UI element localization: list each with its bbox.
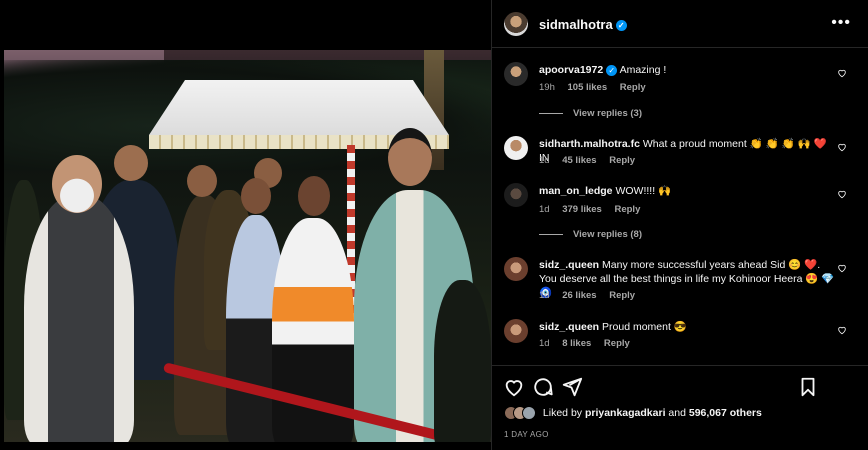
comment-username[interactable]: apoorva1972 bbox=[539, 64, 603, 76]
liked-avatar bbox=[522, 406, 536, 420]
comment-heart-icon[interactable] bbox=[837, 68, 847, 78]
comment-time[interactable]: 19h bbox=[539, 82, 555, 93]
comment-reply-button[interactable]: Reply bbox=[614, 204, 640, 215]
comment-reply-button[interactable]: Reply bbox=[609, 155, 635, 166]
post-media-area bbox=[0, 0, 491, 450]
comment-meta: 19h 105 likes Reply bbox=[539, 82, 656, 93]
photo-person-elder bbox=[24, 195, 134, 442]
author-username-text[interactable]: sidmalhotra bbox=[539, 17, 613, 32]
post-header: sidmalhotra ✓ ••• bbox=[492, 0, 868, 48]
comment-likes[interactable]: 26 likes bbox=[562, 290, 596, 301]
comment-likes[interactable]: 379 likes bbox=[562, 204, 602, 215]
comment-time[interactable]: 1d bbox=[539, 338, 550, 349]
view-replies-label: View replies (8) bbox=[573, 229, 642, 240]
comment-meta: 1d 45 likes Reply bbox=[539, 155, 645, 166]
share-icon[interactable] bbox=[561, 376, 583, 398]
photo-tent-roof bbox=[149, 80, 449, 135]
comment-time[interactable]: 1d bbox=[539, 290, 550, 301]
photo-mint-suit-head bbox=[388, 128, 432, 186]
comment-avatar[interactable] bbox=[504, 136, 528, 160]
likes-summary[interactable]: Liked by priyankagadkari and 596,067 oth… bbox=[504, 406, 762, 420]
photo-athlete-head bbox=[298, 176, 330, 216]
comment-reply-button[interactable]: Reply bbox=[609, 290, 635, 301]
comment-heart-icon[interactable] bbox=[837, 263, 847, 273]
comment-meta: 1d 379 likes Reply bbox=[539, 204, 650, 215]
post-photo[interactable] bbox=[4, 50, 491, 442]
view-replies-line bbox=[539, 233, 563, 235]
comment-avatar[interactable] bbox=[504, 183, 528, 207]
photo-person-soldier-right bbox=[434, 280, 491, 442]
liked-by-avatars bbox=[504, 406, 536, 420]
comment-meta: 1d 8 likes Reply bbox=[539, 338, 640, 349]
liked-by-joiner: and bbox=[668, 406, 686, 419]
photo-woman-blue-head bbox=[241, 178, 271, 214]
liked-by-prefix: Liked by bbox=[542, 406, 583, 419]
more-options-icon[interactable]: ••• bbox=[831, 14, 851, 32]
post-actions-bar bbox=[492, 365, 868, 405]
view-replies-label: View replies (3) bbox=[573, 108, 642, 119]
view-replies-line bbox=[539, 112, 563, 114]
comment-time[interactable]: 1d bbox=[539, 204, 550, 215]
comment-item: sidharth.malhotra.fc What a proud moment… bbox=[492, 136, 868, 172]
comment-username[interactable]: man_on_ledge bbox=[539, 185, 613, 197]
comment-time[interactable]: 1d bbox=[539, 155, 550, 166]
comment-username[interactable]: sidharth.malhotra.fc bbox=[539, 138, 640, 150]
view-replies-button[interactable]: View replies (8) bbox=[539, 229, 642, 240]
heart-icon[interactable] bbox=[503, 376, 525, 398]
comment-text-block: apoorva1972 ✓ Amazing ! bbox=[539, 63, 839, 77]
comment-text-block: man_on_ledge WOW!!!! 🙌 bbox=[539, 184, 839, 198]
comment-likes[interactable]: 8 likes bbox=[562, 338, 591, 349]
comment-icon[interactable] bbox=[532, 376, 554, 398]
comment-username[interactable]: sidz_.queen bbox=[539, 259, 599, 271]
comment-username[interactable]: sidz_.queen bbox=[539, 321, 599, 333]
photo-officer-head bbox=[114, 145, 148, 181]
verified-badge-icon: ✓ bbox=[615, 20, 627, 32]
comment-heart-icon[interactable] bbox=[837, 325, 847, 335]
post-timestamp[interactable]: 1 DAY AGO bbox=[504, 430, 549, 439]
comment-avatar[interactable] bbox=[504, 62, 528, 86]
author-avatar[interactable] bbox=[504, 12, 528, 36]
comment-text: WOW!!!! 🙌 bbox=[615, 185, 672, 197]
comment-meta: 1d 26 likes Reply bbox=[539, 290, 645, 301]
comment-likes[interactable]: 45 likes bbox=[562, 155, 596, 166]
liked-by-count[interactable]: 596,067 others bbox=[689, 407, 762, 419]
comment-text: Amazing ! bbox=[619, 64, 667, 76]
comment-likes[interactable]: 105 likes bbox=[568, 82, 608, 93]
comment-avatar[interactable] bbox=[504, 319, 528, 343]
comment-item: sidz_.queen Proud moment 😎 1d 8 likes Re… bbox=[492, 319, 868, 355]
comment-heart-icon[interactable] bbox=[837, 142, 847, 152]
comment-reply-button[interactable]: Reply bbox=[620, 82, 646, 93]
photo-soldier-2-head bbox=[187, 165, 217, 197]
comment-item: sidz_.queen Many more successful years a… bbox=[492, 257, 868, 307]
liked-by-user[interactable]: priyankagadkari bbox=[585, 407, 666, 419]
author-username[interactable]: sidmalhotra ✓ bbox=[539, 17, 627, 32]
comment-text-block: sidz_.queen Proud moment 😎 bbox=[539, 320, 839, 334]
comment-avatar[interactable] bbox=[504, 257, 528, 281]
comment-item: apoorva1972 ✓ Amazing ! 19h 105 likes Rep… bbox=[492, 62, 868, 132]
bookmark-icon[interactable] bbox=[797, 376, 819, 398]
comment-text: Proud moment 😎 bbox=[602, 321, 687, 333]
comment-reply-button[interactable]: Reply bbox=[604, 338, 630, 349]
comments-panel: sidmalhotra ✓ ••• apoorva1972 ✓ Amazing ! … bbox=[491, 0, 868, 450]
comment-heart-icon[interactable] bbox=[837, 189, 847, 199]
comment-item: man_on_ledge WOW!!!! 🙌 1d 379 likes Repl… bbox=[492, 183, 868, 253]
photo-elder-head bbox=[52, 155, 102, 213]
verified-badge-icon: ✓ bbox=[606, 64, 618, 76]
view-replies-button[interactable]: View replies (3) bbox=[539, 108, 642, 119]
